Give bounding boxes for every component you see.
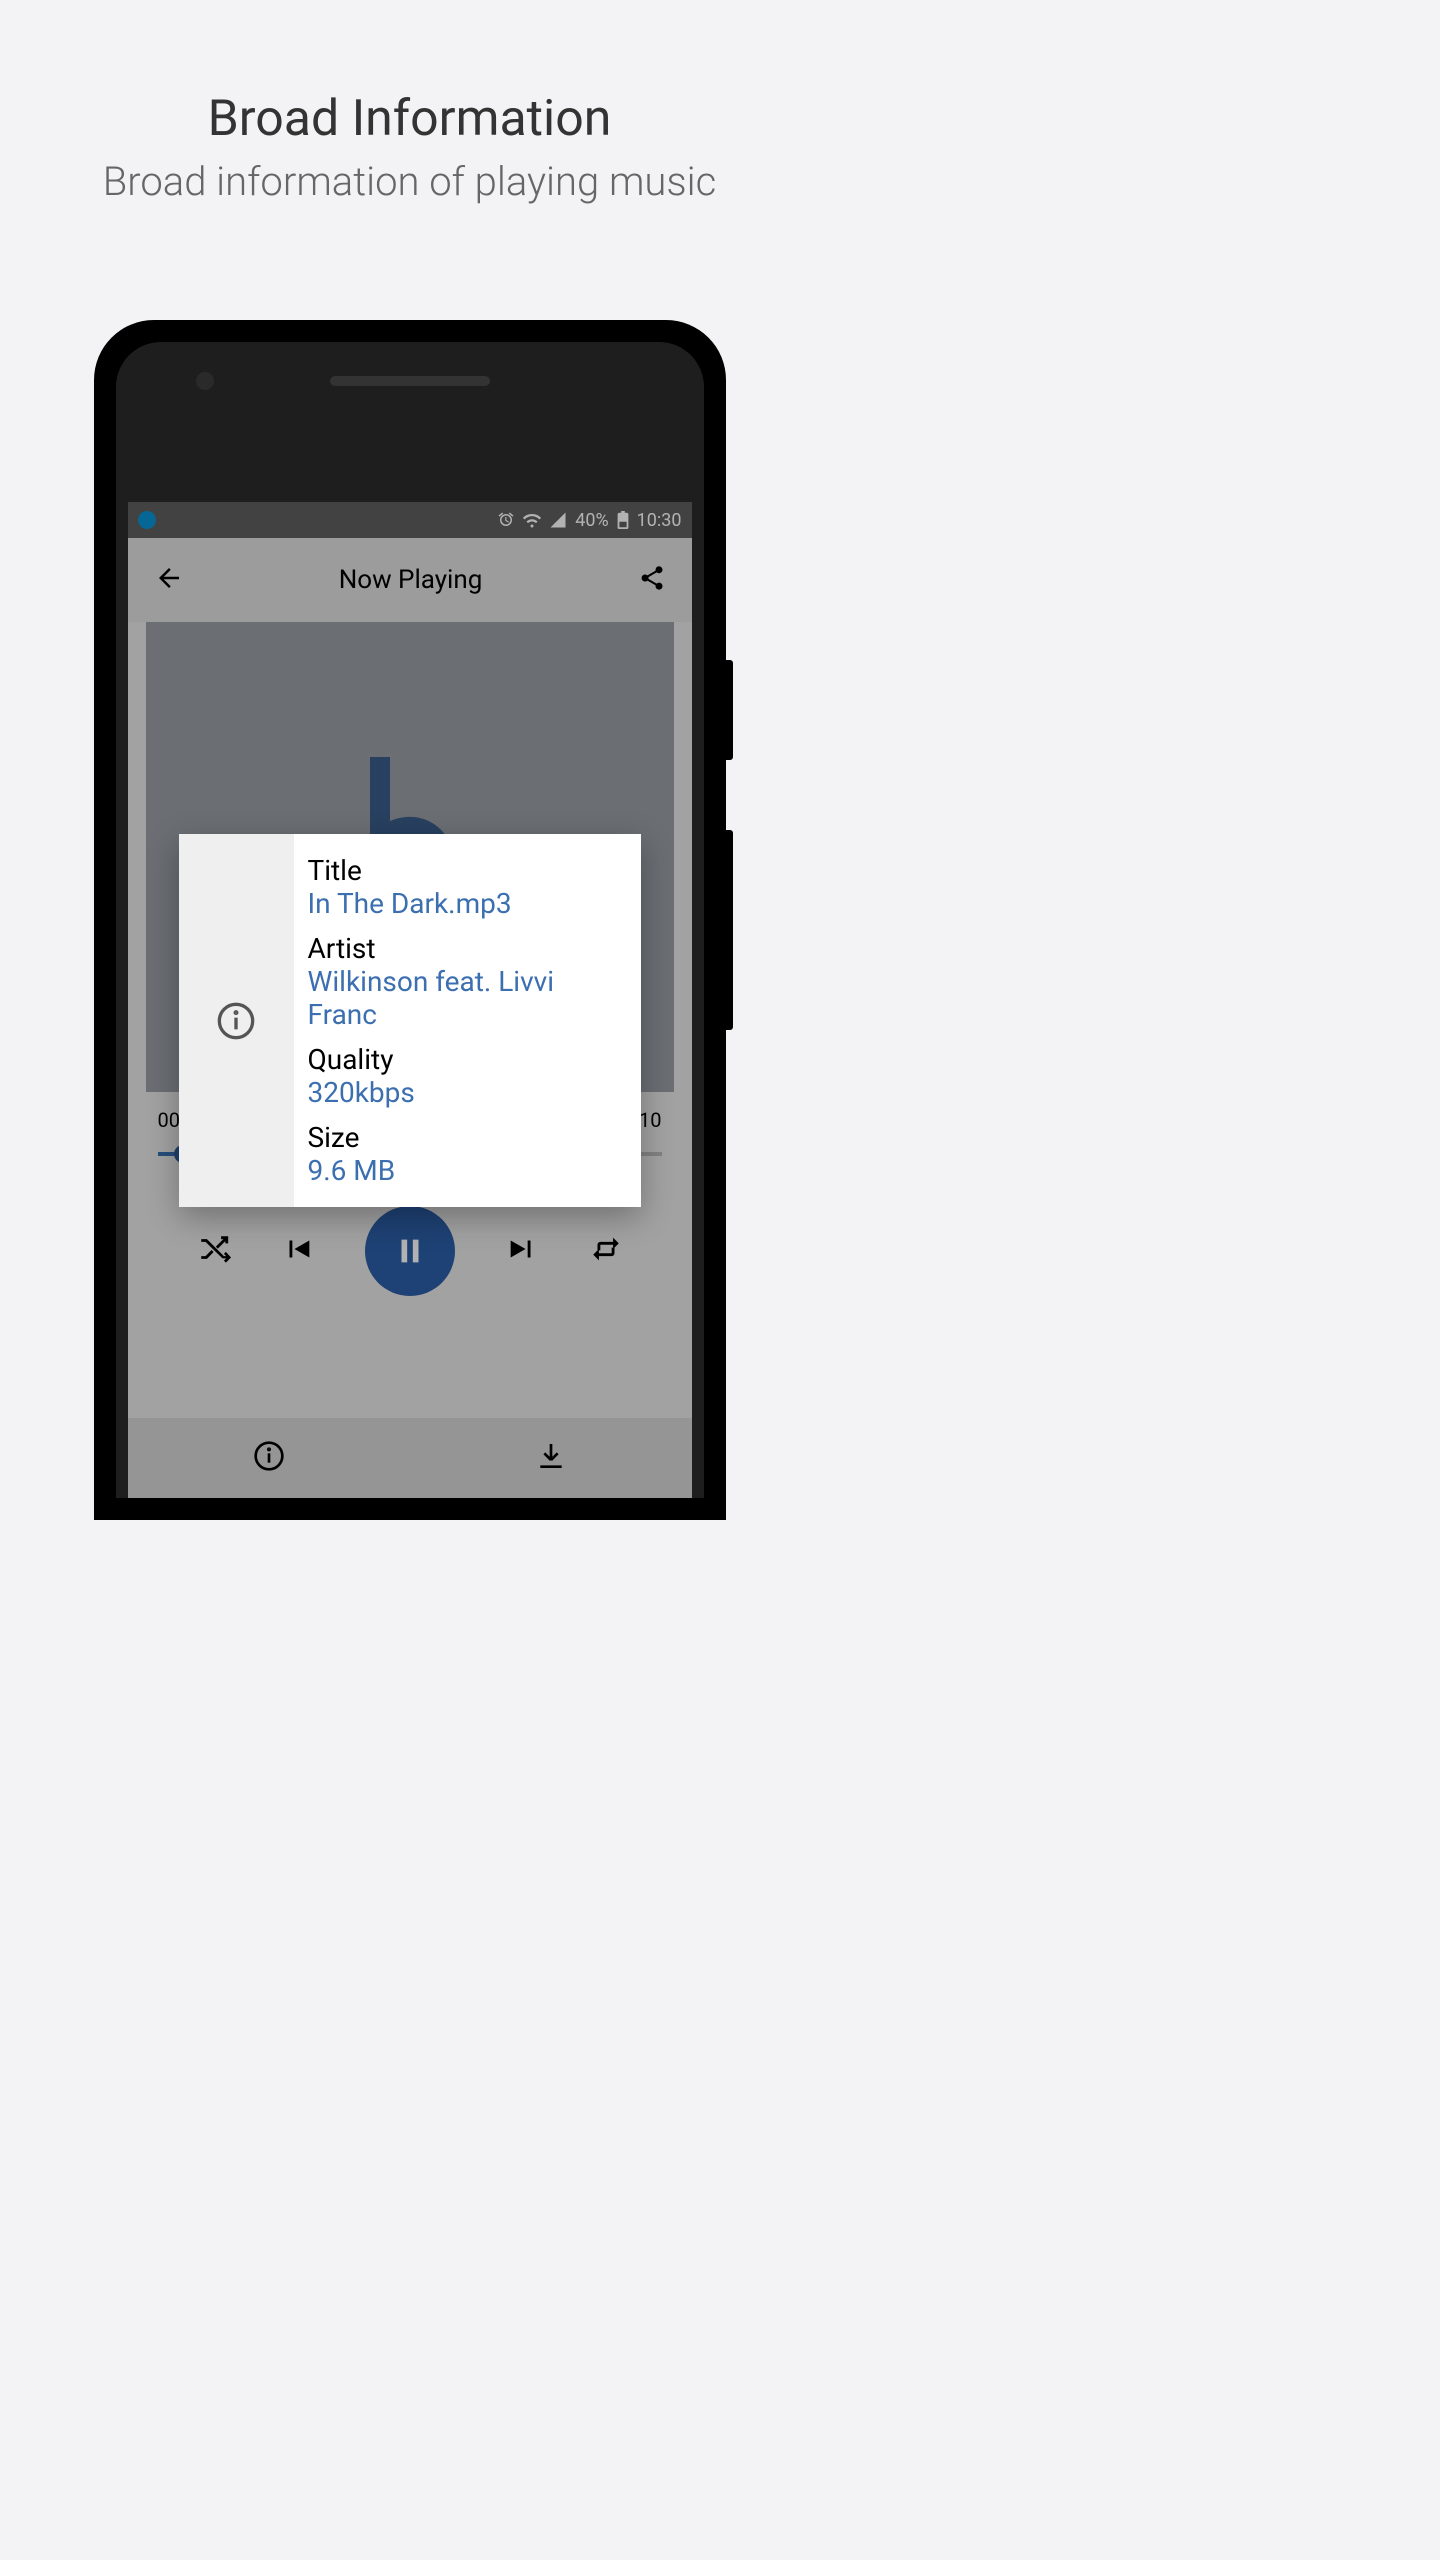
info-icon (216, 1001, 256, 1041)
promo-subtitle: Broad information of playing music (0, 158, 819, 205)
phone-speaker (330, 376, 490, 386)
title-value: In The Dark.mp3 (308, 887, 627, 920)
artist-value: Wilkinson feat. Livvi Franc (308, 965, 627, 1031)
dialog-icon-column (179, 834, 294, 1207)
title-label: Title (308, 854, 627, 887)
phone-side-button (726, 830, 733, 1030)
app-screen: 40% 10:30 Now Playing (128, 502, 692, 1498)
track-info-dialog: Title In The Dark.mp3 Artist Wilkinson f… (179, 834, 641, 1207)
quality-value: 320kbps (308, 1076, 627, 1109)
phone-frame: 40% 10:30 Now Playing (94, 320, 726, 1520)
size-label: Size (308, 1121, 627, 1154)
quality-label: Quality (308, 1043, 627, 1076)
size-value: 9.6 MB (308, 1154, 627, 1187)
artist-label: Artist (308, 932, 627, 965)
phone-camera (196, 372, 214, 390)
promo-heading: Broad Information Broad information of p… (0, 0, 819, 205)
promo-title: Broad Information (0, 90, 819, 148)
phone-side-button (726, 660, 733, 760)
